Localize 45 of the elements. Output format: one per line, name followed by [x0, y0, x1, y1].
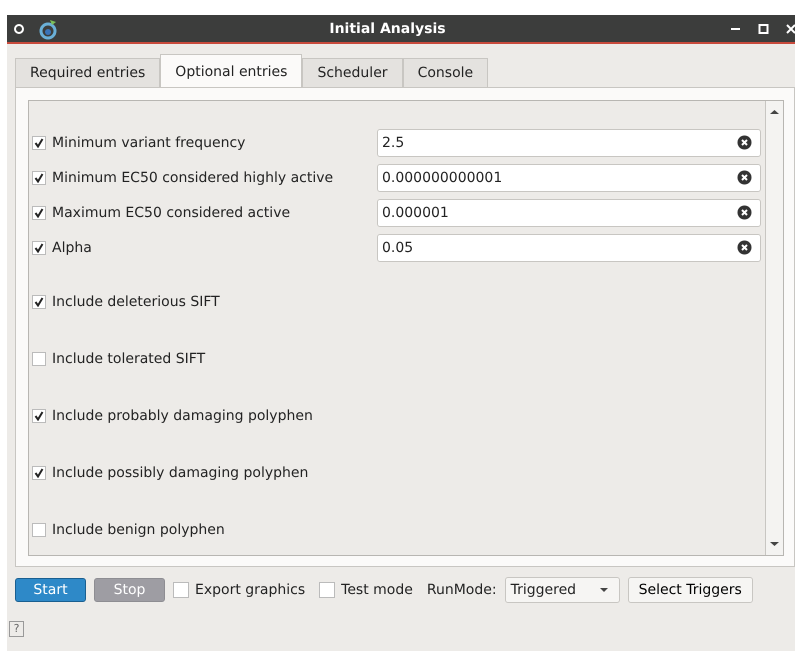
option-label: Include benign polyphen [52, 522, 225, 538]
checkbox[interactable] [32, 136, 46, 150]
checkbox[interactable] [32, 522, 46, 536]
clear-icon[interactable] [737, 170, 752, 185]
option-label: Minimum EC50 considered highly active [52, 170, 334, 186]
window-title: Initial Analysis [328, 20, 447, 36]
option-label: Include possibly damaging polyphen [52, 464, 308, 480]
checkbox[interactable] [32, 170, 46, 184]
window-menu-icon[interactable] [14, 24, 24, 34]
tab[interactable]: Optional entries [160, 54, 302, 87]
help-button[interactable]: ? [9, 621, 24, 637]
checkbox[interactable] [32, 206, 46, 220]
clear-icon[interactable] [737, 135, 752, 150]
checkbox[interactable] [32, 352, 46, 366]
start-button[interactable]: Start [15, 578, 86, 602]
checkbox[interactable] [32, 294, 46, 308]
maximize-icon[interactable] [757, 22, 771, 36]
run-mode-dropdown[interactable]: Triggered [504, 577, 620, 603]
clear-icon[interactable] [737, 205, 752, 220]
tab[interactable]: Console [402, 58, 488, 87]
checkbox[interactable] [32, 466, 46, 480]
input-field[interactable]: 0.000000000001 [377, 164, 761, 192]
input-field[interactable]: 0.05 [377, 234, 761, 262]
option-label: Include probably damaging polyphen [52, 408, 313, 424]
run-mode-label: RunMode: [426, 582, 497, 598]
input-field[interactable]: 0.000001 [377, 198, 761, 226]
tab[interactable]: Required entries [15, 58, 160, 87]
option-label: Include tolerated SIFT [52, 350, 206, 366]
option-label: Maximum EC50 considered active [52, 204, 290, 220]
option-label: Alpha [52, 240, 92, 256]
tab[interactable]: Scheduler [302, 58, 403, 87]
caret-icon [598, 587, 609, 593]
close-icon[interactable] [785, 22, 795, 36]
checkbox[interactable] [32, 408, 46, 422]
select-triggers-button[interactable]: Select Triggers [628, 577, 753, 603]
checkbox[interactable] [32, 240, 46, 254]
option-label: Test mode [341, 582, 413, 598]
input-field[interactable]: 2.5 [377, 128, 761, 156]
checkbox[interactable] [173, 582, 189, 598]
option-label: Minimum variant frequency [52, 134, 246, 150]
option-label: Include deleterious SIFT [52, 294, 220, 310]
option-label: Export graphics [195, 582, 306, 598]
clear-icon[interactable] [737, 240, 752, 255]
scrollbar[interactable] [765, 101, 783, 555]
checkbox[interactable] [319, 582, 336, 598]
